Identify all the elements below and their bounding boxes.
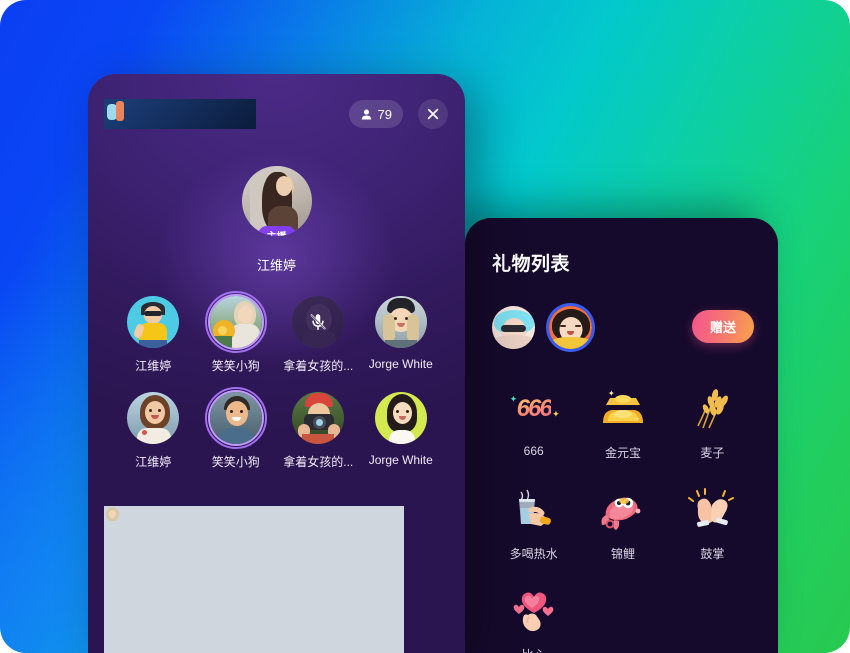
seat-6[interactable]: 笑笑小狗	[195, 387, 278, 470]
svg-text:✦: ✦	[635, 416, 640, 423]
gift-item-label: 麦子	[700, 446, 725, 460]
gold-ingot-icon: ✦ ✦	[593, 380, 653, 438]
gift-item-label: 鼓掌	[700, 547, 725, 561]
gift-item-wheat[interactable]: 麦子	[668, 380, 757, 461]
gift-grid: 666 666 ✦ ✦ 金元宝	[489, 380, 757, 653]
gift-item-label: 比心	[522, 646, 546, 653]
seat-name: 拿着女孩的...	[283, 455, 354, 469]
room-title-avatar	[104, 99, 257, 129]
seat-avatar	[374, 392, 427, 444]
gift-panel-title: 礼物列表	[492, 254, 571, 275]
host-avatar[interactable]: 主播	[241, 166, 312, 236]
gift-item-koi[interactable]: 锦鲤	[578, 481, 667, 562]
seat-name: 笑笑小狗	[211, 455, 260, 469]
seat-avatar	[127, 296, 180, 348]
seat-name: Jorge White	[368, 357, 433, 371]
gift-panel: 礼物列表 赠送 ✦ 666 ✦ 666 ✦ ✦ 金元宝 麦子 多喝热水 锦鲤 鼓…	[465, 218, 778, 653]
gift-recipient-list	[492, 306, 592, 349]
gift-item-gold-ingot[interactable]: ✦ ✦ 金元宝	[578, 380, 667, 461]
viewer-count-text: 79	[377, 106, 392, 122]
gift-item-label: 666	[523, 444, 544, 458]
gift-item-applause[interactable]: 鼓掌	[668, 481, 757, 562]
gift-recipient-avatar-2[interactable]	[549, 306, 592, 349]
seat-5[interactable]: 江维婷	[112, 392, 195, 470]
seat-name: 江维婷	[135, 455, 172, 469]
wheat-icon	[682, 380, 742, 438]
seat-avatar	[292, 392, 345, 444]
mic-off-icon	[310, 314, 326, 330]
seat-avatar-muted	[292, 296, 345, 348]
app-background: 礼物列表 赠送 ✦ 666 ✦ 666 ✦ ✦ 金元宝 麦子 多喝热水 锦鲤 鼓…	[0, 0, 850, 653]
seat-avatar-speaking	[204, 291, 267, 353]
gift-item-finger-heart[interactable]: 比心	[489, 582, 578, 653]
room-header: 房间名称长一点的 79	[88, 74, 465, 156]
seat-avatar	[127, 392, 180, 444]
host-name: 江维婷	[256, 258, 296, 273]
seat-avatar-speaking	[204, 387, 267, 449]
host-block: 主播 江维婷	[88, 166, 465, 274]
chat-message-header: 马克	[104, 506, 404, 653]
seat-grid: 江维婷 笑笑小狗 拿着女孩的... Jorge White 江维婷 笑笑小狗 拿…	[112, 291, 443, 470]
seat-3[interactable]: 拿着女孩的...	[277, 296, 360, 374]
seat-8[interactable]: Jorge White	[360, 392, 443, 470]
live-room-panel: 房间名称长一点的 79	[88, 74, 465, 653]
clapping-hands-icon	[682, 481, 742, 539]
room-title-pill[interactable]: 房间名称长一点的	[104, 99, 257, 129]
viewer-count-pill[interactable]: 79	[348, 100, 403, 128]
finger-heart-icon	[504, 582, 564, 640]
send-gift-button[interactable]: 赠送	[692, 310, 754, 343]
svg-text:✦: ✦	[608, 389, 615, 398]
gift-recipient-avatar-1[interactable]	[492, 306, 535, 349]
seat-avatar	[374, 296, 427, 348]
seat-7[interactable]: 拿着女孩的...	[277, 392, 360, 470]
koi-fish-icon	[593, 481, 653, 539]
gift-item-label: 多喝热水	[509, 547, 558, 561]
close-button[interactable]	[418, 99, 448, 129]
gift-item-label: 金元宝	[604, 446, 641, 460]
gift-item-666[interactable]: 666 666	[489, 380, 578, 461]
hot-water-glass-icon	[504, 481, 564, 539]
chat-message: 马克 开播了吗，好激动呀呀呀，大家晚上好，好期待主播的才艺秀	[104, 506, 404, 653]
host-badge: 主播	[257, 226, 296, 236]
seat-2[interactable]: 笑笑小狗	[195, 291, 278, 374]
person-icon	[361, 109, 371, 120]
seat-4[interactable]: Jorge White	[360, 296, 443, 374]
chat-message-list: 麦垛CD 是不是可以排上麦位了嘿嘿 马克 开播了吗，好激动呀呀呀，大家晚上好，	[104, 506, 404, 653]
chat-avatar	[104, 506, 404, 653]
gift-item-hot-water[interactable]: 多喝热水	[489, 481, 578, 562]
seat-name: 笑笑小狗	[211, 359, 260, 373]
close-icon	[427, 108, 439, 120]
gift-item-label: 锦鲤	[610, 547, 635, 561]
seat-1[interactable]: 江维婷	[112, 296, 195, 374]
gift-666-icon: 666	[504, 380, 564, 438]
seat-name: 拿着女孩的...	[283, 359, 354, 373]
seat-name: Jorge White	[368, 453, 433, 467]
seat-name: 江维婷	[135, 359, 172, 373]
